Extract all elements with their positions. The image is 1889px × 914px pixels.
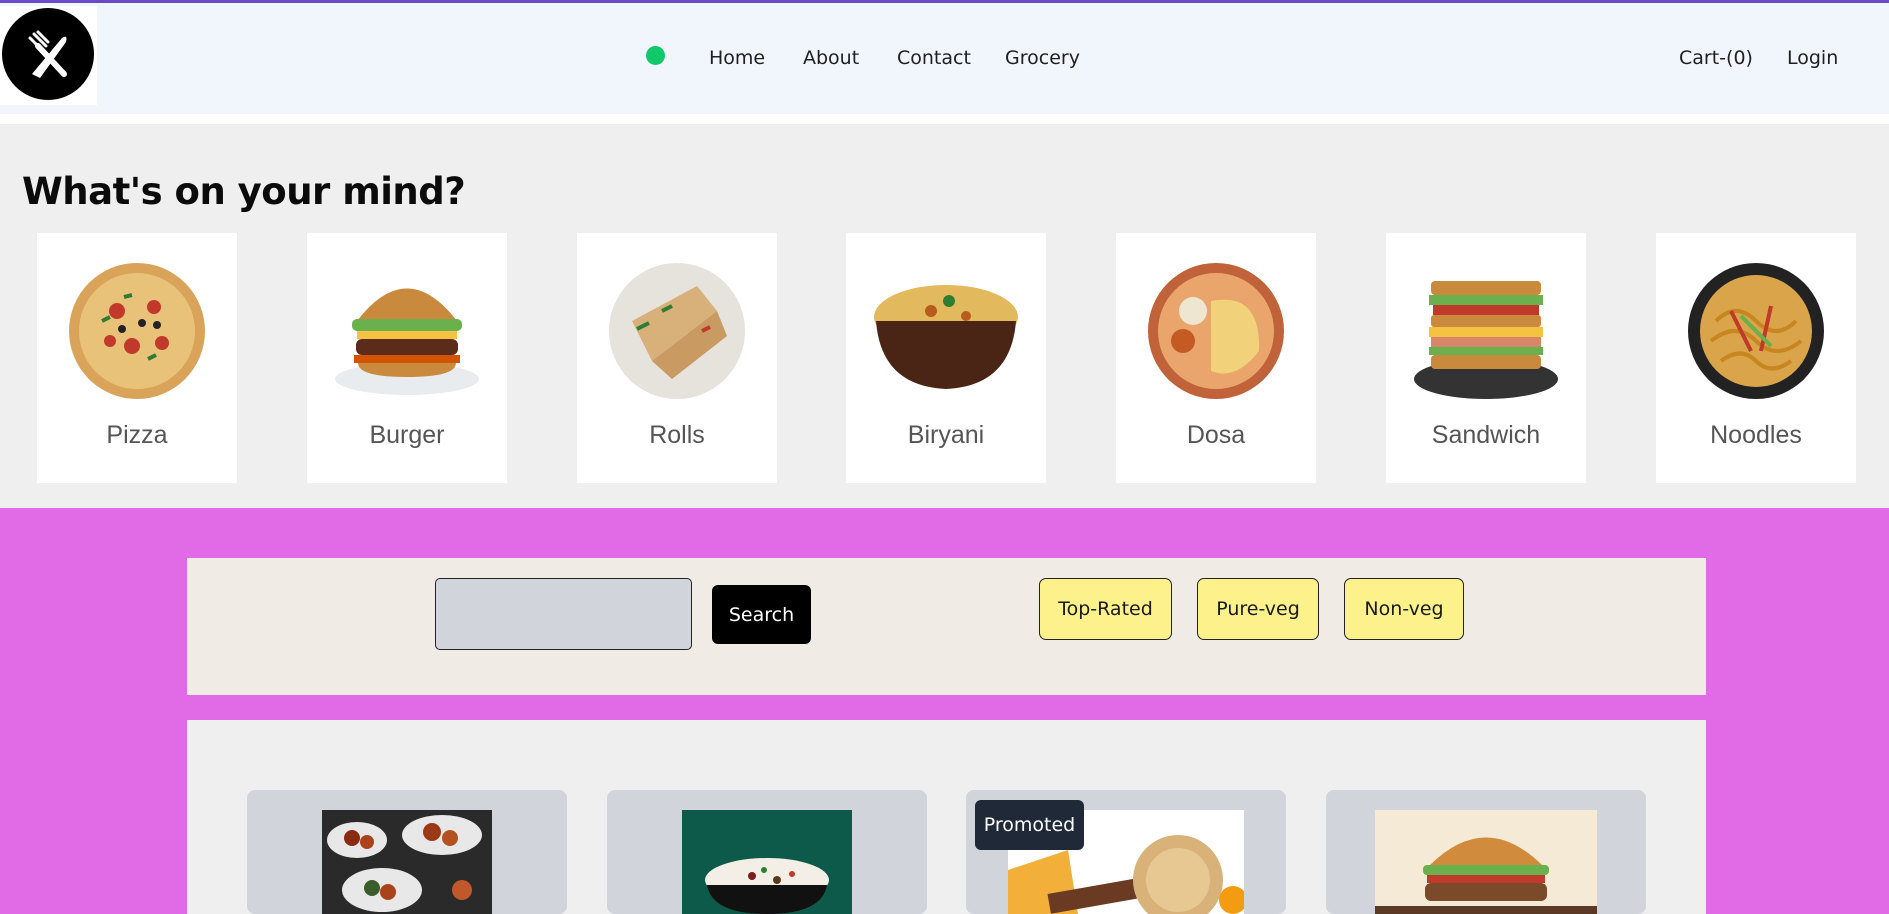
category-label: Sandwich xyxy=(1431,421,1541,449)
pizza-image xyxy=(69,263,205,399)
site-header: Home About Contact Grocery Cart-(0) Logi… xyxy=(0,3,1889,114)
search-button[interactable]: Search xyxy=(712,585,811,644)
nav-grocery[interactable]: Grocery xyxy=(1005,47,1080,69)
pure-veg-button[interactable]: Pure-veg xyxy=(1197,578,1319,640)
restaurant-card[interactable] xyxy=(247,790,567,914)
search-input[interactable] xyxy=(435,578,692,650)
restaurant-card[interactable] xyxy=(1326,790,1646,914)
logo[interactable] xyxy=(0,6,97,105)
category-card-rolls[interactable]: Rolls xyxy=(577,233,777,483)
biryani-image xyxy=(874,285,1018,389)
fork-knife-icon xyxy=(2,8,94,100)
nav-home[interactable]: Home xyxy=(709,47,765,69)
nav-contact[interactable]: Contact xyxy=(897,47,971,69)
category-card-dosa[interactable]: Dosa xyxy=(1116,233,1316,483)
category-card-sandwich[interactable]: Sandwich xyxy=(1386,233,1586,483)
section-title: What's on your mind? xyxy=(22,170,466,213)
nav-cart[interactable]: Cart-(0) xyxy=(1679,47,1753,69)
category-label: Pizza xyxy=(106,421,168,449)
category-card-burger[interactable]: Burger xyxy=(307,233,507,483)
category-card-biryani[interactable]: Biryani xyxy=(846,233,1046,483)
rolls-image xyxy=(609,263,745,399)
category-label: Dosa xyxy=(1186,421,1246,449)
category-card-pizza[interactable]: Pizza xyxy=(37,233,237,483)
noodles-image xyxy=(1688,263,1824,399)
promoted-badge: Promoted xyxy=(975,800,1084,850)
category-label: Burger xyxy=(369,421,445,449)
category-label: Rolls xyxy=(649,421,705,449)
top-rated-button[interactable]: Top-Rated xyxy=(1039,578,1172,640)
online-status-dot xyxy=(646,46,665,65)
non-veg-button[interactable]: Non-veg xyxy=(1344,578,1464,640)
sandwich-image xyxy=(1414,281,1558,399)
category-label: Noodles xyxy=(1710,421,1802,449)
wings-platter-image xyxy=(322,810,492,914)
category-label: Biryani xyxy=(907,421,985,449)
burger-photo-image xyxy=(1375,810,1597,914)
nav-about[interactable]: About xyxy=(803,47,859,69)
dosa-image xyxy=(1148,263,1284,399)
filter-bar xyxy=(187,558,1706,695)
burger-image xyxy=(335,288,479,395)
rice-bowl-image xyxy=(682,810,852,914)
restaurant-card[interactable] xyxy=(607,790,927,914)
nav-login[interactable]: Login xyxy=(1787,47,1838,69)
header-separator xyxy=(0,114,1889,124)
category-card-noodles[interactable]: Noodles xyxy=(1656,233,1856,483)
